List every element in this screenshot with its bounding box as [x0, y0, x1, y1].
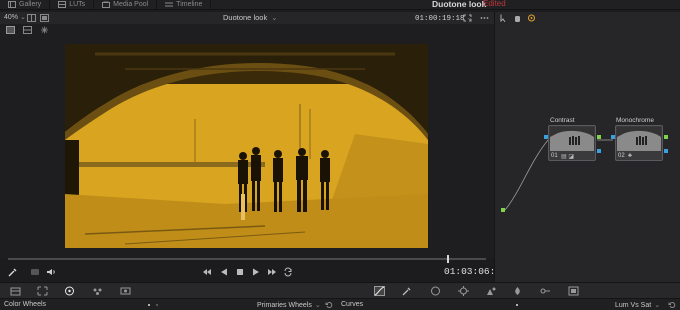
node-thumbnail	[617, 127, 661, 151]
gallery-icon	[8, 1, 16, 8]
sparkle-icon[interactable]	[40, 26, 49, 34]
node-number: 02	[618, 153, 625, 159]
page-dot-active[interactable]	[516, 304, 518, 306]
project-status: Edited	[483, 0, 506, 8]
clip-name: Duotone look	[223, 13, 268, 22]
audio-icon[interactable]	[46, 267, 56, 277]
tracker-icon[interactable]	[458, 286, 469, 296]
highlight-icon[interactable]	[40, 14, 49, 22]
page-dot-active[interactable]	[148, 304, 150, 306]
more-options-icon[interactable]	[480, 14, 489, 22]
node-thumbnail	[550, 127, 594, 151]
reset-icon[interactable]	[668, 301, 676, 309]
reset-icon[interactable]	[325, 301, 333, 309]
blur-icon[interactable]	[512, 286, 523, 296]
tab-label-gallery: Gallery	[19, 1, 42, 8]
chevron-down-icon: ⌄	[271, 13, 278, 22]
node-tools-icon: ♣	[628, 153, 632, 159]
resolve-color-page: Gallery LUTs Media Pool Timeline Duotone…	[0, 0, 680, 310]
source-timecode: 01:00:19:18	[415, 15, 465, 23]
project-title: Duotone look	[432, 0, 487, 9]
palette-toolbar	[0, 282, 680, 298]
sizing-icon[interactable]	[568, 286, 579, 296]
key-icon[interactable]	[540, 286, 551, 296]
motion-effects-icon[interactable]	[120, 286, 131, 296]
loop-icon[interactable]	[283, 267, 293, 277]
duotone-frame-image	[65, 44, 428, 248]
mask-icon[interactable]	[30, 267, 40, 277]
primaries-mode-select[interactable]: Primaries Wheels ⌄	[257, 301, 321, 309]
play-icon[interactable]	[251, 267, 261, 277]
fullscreen-icon[interactable]	[463, 14, 472, 22]
viewer-scrubber[interactable]	[8, 258, 486, 260]
timeline-icon	[165, 2, 174, 7]
luts-icon	[58, 1, 67, 8]
zoom-value: 40%	[4, 14, 19, 21]
node-tools-icon: ▤ ◪	[561, 154, 575, 160]
window-icon[interactable]	[430, 286, 441, 296]
viewer	[0, 36, 494, 258]
viewer-frame[interactable]	[65, 44, 428, 248]
play-reverse-icon[interactable]	[219, 267, 229, 277]
stop-icon[interactable]	[235, 267, 245, 277]
chevron-down-icon: ⌄	[20, 14, 26, 21]
curve-mode-select[interactable]: Lum Vs Sat ⌄	[615, 301, 660, 309]
node-number: 01	[551, 153, 558, 159]
tab-gallery[interactable]: Gallery	[0, 0, 51, 10]
node-input-port[interactable]	[611, 135, 615, 139]
viewer-subtoolbar	[0, 24, 494, 36]
zoom-select[interactable]: 40% ⌄	[4, 13, 26, 21]
node-label-monochrome: Monochrome	[616, 117, 654, 124]
tab-label-timeline: Timeline	[176, 1, 203, 8]
node-input-port[interactable]	[544, 135, 548, 139]
curves-title: Curves	[341, 301, 364, 308]
skip-forward-icon[interactable]	[267, 267, 277, 277]
curves-icon[interactable]	[374, 286, 385, 296]
eyedropper-icon[interactable]	[8, 267, 18, 277]
tab-luts[interactable]: LUTs	[50, 0, 95, 10]
camera-raw-icon[interactable]	[10, 286, 21, 296]
node-editor[interactable]: Contrast 01 ▤ ◪ Monochrome 02 ♣	[494, 12, 680, 282]
tab-timeline[interactable]: Timeline	[157, 0, 212, 10]
node-monochrome[interactable]: 02 ♣	[615, 125, 663, 161]
node-label-contrast: Contrast	[550, 117, 575, 124]
page-dot[interactable]	[156, 304, 158, 306]
node-key-output-port[interactable]	[664, 149, 668, 153]
magic-mask-icon[interactable]	[486, 286, 497, 296]
tab-label-media-pool: Media Pool	[113, 1, 149, 8]
media-pool-icon	[102, 1, 111, 8]
tab-label-luts: LUTs	[69, 1, 86, 8]
input-port[interactable]	[501, 208, 505, 212]
node-key-output-port[interactable]	[597, 149, 601, 153]
qualifier-icon[interactable]	[401, 286, 412, 296]
image-wipe-icon[interactable]	[6, 26, 15, 34]
transport-bar	[0, 262, 494, 282]
split-view-icon[interactable]	[27, 14, 36, 22]
color-wheels-title: Color Wheels	[4, 301, 47, 308]
node-output-port[interactable]	[597, 135, 601, 139]
rgb-mixer-icon[interactable]	[92, 286, 103, 296]
grid-icon[interactable]	[23, 26, 32, 34]
color-match-icon[interactable]	[37, 286, 48, 296]
panel-headers: Color Wheels Primaries Wheels ⌄ Curves Lu…	[0, 298, 680, 310]
chevron-down-icon: ⌄	[314, 302, 321, 309]
module-toolbar: Gallery LUTs Media Pool Timeline Duotone…	[0, 0, 680, 10]
tab-media-pool[interactable]: Media Pool	[94, 0, 158, 10]
node-output-port[interactable]	[664, 135, 668, 139]
color-wheels-icon[interactable]	[64, 286, 75, 296]
node-contrast[interactable]: 01 ▤ ◪	[548, 125, 596, 161]
chevron-down-icon: ⌄	[654, 302, 661, 309]
viewer-toolbar: 40% ⌄ Duotone look ⌄ 01:00:19:18 ⌄	[0, 12, 494, 24]
skip-back-icon[interactable]	[202, 267, 212, 277]
primaries-mode-label: Primaries Wheels	[257, 302, 312, 309]
clip-name-select[interactable]: Duotone look ⌄	[223, 13, 278, 22]
curve-mode-label: Lum Vs Sat	[615, 302, 652, 309]
